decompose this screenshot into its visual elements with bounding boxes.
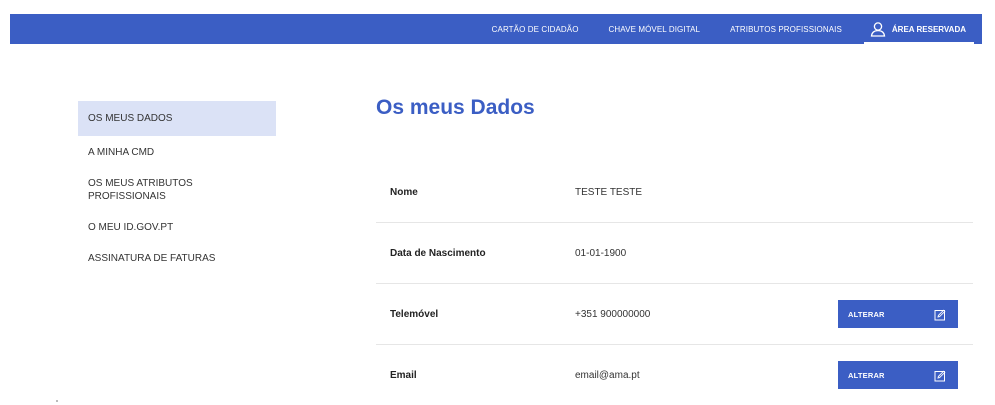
- field-label: Nome: [390, 186, 418, 198]
- field-value: TESTE TESTE: [575, 186, 643, 198]
- personal-data-table: Nome TESTE TESTE Data de Nascimento 01-0…: [376, 162, 973, 405]
- top-navigation-bar: CARTÃO DE CIDADÃO CHAVE MÓVEL DIGITAL AT…: [10, 14, 982, 45]
- user-icon: [870, 21, 886, 37]
- button-label: ALTERAR: [848, 370, 885, 380]
- edit-icon: [934, 369, 946, 382]
- sidebar-item-assinatura-de-faturas[interactable]: ASSINATURA DE FATURAS: [78, 242, 276, 274]
- top-nav: CARTÃO DE CIDADÃO CHAVE MÓVEL DIGITAL AT…: [462, 14, 975, 45]
- data-row-data-de-nascimento: Data de Nascimento 01-01-1900: [376, 223, 973, 284]
- field-value: 01-01-1900: [575, 247, 627, 259]
- field-value: email@ama.pt: [575, 369, 640, 381]
- sidebar-item-o-meu-id-gov-pt[interactable]: O MEU ID.GOV.PT: [78, 212, 276, 242]
- sidebar-item-os-meus-atributos-profissionais[interactable]: OS MEUS ATRIBUTOS PROFISSIONAIS: [78, 168, 276, 212]
- field-label: Email: [390, 369, 417, 381]
- edit-icon: [934, 308, 946, 321]
- field-value: +351 900000000: [575, 308, 651, 320]
- nav-area-reservada[interactable]: ÁREA RESERVADA: [863, 14, 975, 45]
- nav-chave-movel-digital[interactable]: CHAVE MÓVEL DIGITAL: [609, 25, 701, 34]
- data-row-email: Email email@ama.pt ALTERAR: [376, 345, 973, 405]
- alterar-email-button[interactable]: ALTERAR: [838, 361, 958, 389]
- data-row-telemovel: Telemóvel +351 900000000 ALTERAR: [376, 284, 973, 345]
- field-label: Telemóvel: [390, 308, 439, 320]
- button-label: ALTERAR: [848, 309, 885, 319]
- field-label: Data de Nascimento: [390, 247, 486, 259]
- decorative-dot: [56, 400, 58, 402]
- nav-atributos-profissionais[interactable]: ATRIBUTOS PROFISSIONAIS: [730, 25, 842, 34]
- area-reservada-label: ÁREA RESERVADA: [891, 24, 966, 34]
- alterar-telemovel-button[interactable]: ALTERAR: [838, 300, 958, 328]
- sidebar-item-os-meus-dados[interactable]: OS MEUS DADOS: [78, 101, 276, 136]
- sidebar-menu: OS MEUS DADOS A MINHA CMD OS MEUS ATRIBU…: [78, 101, 276, 274]
- nav-cartao-de-cidadao[interactable]: CARTÃO DE CIDADÃO: [492, 25, 579, 34]
- data-row-nome: Nome TESTE TESTE: [376, 162, 973, 223]
- sidebar-item-a-minha-cmd[interactable]: A MINHA CMD: [78, 136, 276, 168]
- page-title: Os meus Dados: [376, 96, 535, 119]
